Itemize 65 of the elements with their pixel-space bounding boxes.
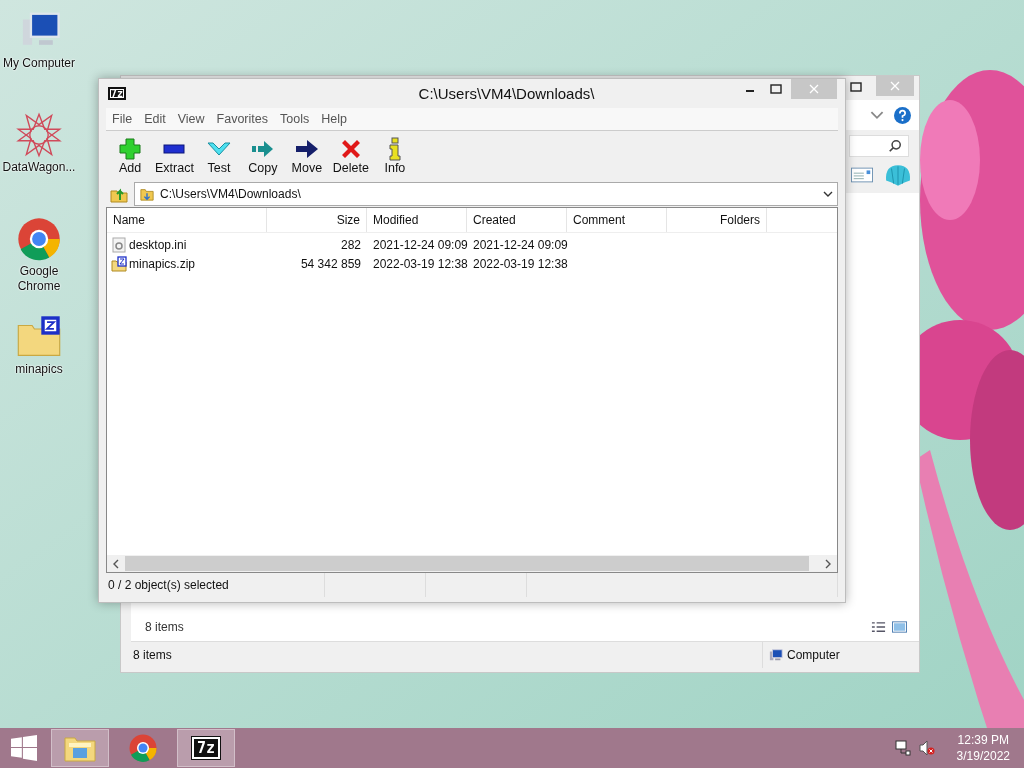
menu-item[interactable]: Tools: [274, 112, 316, 126]
network-icon[interactable]: [894, 740, 911, 756]
toolbar-button[interactable]: Add: [109, 137, 151, 175]
menu-item[interactable]: File: [106, 112, 139, 126]
chrome-icon[interactable]: [16, 216, 62, 262]
table-cell-text: 2022-03-19 12:38: [472, 256, 567, 271]
column-header[interactable]: Name: [107, 208, 267, 232]
toolbar-button[interactable]: Info: [373, 137, 416, 175]
arrow-right-icon: [294, 137, 319, 161]
taskbar-button[interactable]: 7z: [177, 729, 235, 767]
toolbar-button[interactable]: Test: [197, 137, 240, 175]
toolbar-button[interactable]: Move: [285, 137, 328, 175]
toolbar-button[interactable]: Extract: [153, 137, 196, 175]
scroll-right-icon[interactable]: [824, 558, 832, 569]
shell-icon[interactable]: [885, 163, 911, 187]
table-cell-text: 282: [339, 237, 362, 252]
folder-icon: [140, 186, 154, 201]
picture-view-icon[interactable]: [892, 621, 907, 633]
menu-item[interactable]: View: [171, 112, 211, 126]
computer-icon: [769, 648, 783, 662]
file-name[interactable]: minapics.zip: [129, 256, 196, 271]
item-count: 8 items: [145, 620, 185, 634]
column-header[interactable]: Folders: [667, 208, 767, 232]
column-header[interactable]: Size: [267, 208, 367, 232]
help-icon[interactable]: [894, 106, 911, 124]
status-text: 0 / 2 object(s) selected: [106, 573, 325, 597]
scrollbar-thumb[interactable]: [125, 556, 809, 571]
speaker-muted-icon[interactable]: [918, 740, 935, 756]
close-icon: [890, 81, 900, 91]
toolbar-button[interactable]: Delete: [329, 137, 372, 175]
desktop-icon-label[interactable]: Google Chrome: [1, 264, 77, 294]
window-title: C:\Users\VM4\Downloads\: [417, 85, 596, 102]
location-text: Computer: [787, 648, 840, 662]
desktop-icon-label[interactable]: DataWagon...: [1, 160, 77, 175]
table-cell-text: 2022-03-19 12:38: [372, 256, 467, 271]
details-view-icon[interactable]: [871, 621, 886, 633]
chrome-icon: [127, 733, 159, 763]
search-field[interactable]: [849, 135, 909, 157]
desktop-icon-label[interactable]: My Computer: [1, 56, 77, 71]
clock[interactable]: 12:39 PM 3/19/2022: [956, 732, 1010, 764]
menu-item[interactable]: Help: [315, 112, 353, 126]
search-icon: [888, 139, 902, 153]
menu-item[interactable]: Favorites: [210, 112, 274, 126]
toolbar-button[interactable]: Copy: [241, 137, 284, 175]
file-name[interactable]: desktop.ini: [129, 237, 187, 252]
plus-icon: [118, 137, 142, 161]
column-header[interactable]: Created: [467, 208, 567, 232]
settings-file-icon: [111, 236, 127, 253]
table-cell-text: 2021-12-24 09:09: [472, 237, 567, 252]
menu-item[interactable]: Edit: [138, 112, 172, 126]
maximize-icon[interactable]: [850, 82, 862, 92]
path-field[interactable]: C:\Users\VM4\Downloads\: [134, 181, 838, 206]
scroll-left-icon[interactable]: [112, 558, 120, 569]
windows-logo-icon[interactable]: [11, 735, 37, 761]
zip-file-icon: [111, 255, 127, 272]
table-cell-text: 2021-12-24 09:09: [372, 237, 467, 252]
star-pattern-icon[interactable]: [16, 112, 62, 158]
desktop-icon-label[interactable]: minapics: [1, 362, 77, 377]
card-icon[interactable]: [851, 167, 873, 183]
column-header[interactable]: Comment: [567, 208, 667, 232]
column-header[interactable]: Modified: [367, 208, 467, 232]
maximize-icon: [770, 84, 782, 94]
table-cell-text: 54 342 859: [299, 256, 362, 271]
close-icon: [809, 84, 819, 94]
status-text: 8 items: [132, 648, 173, 662]
